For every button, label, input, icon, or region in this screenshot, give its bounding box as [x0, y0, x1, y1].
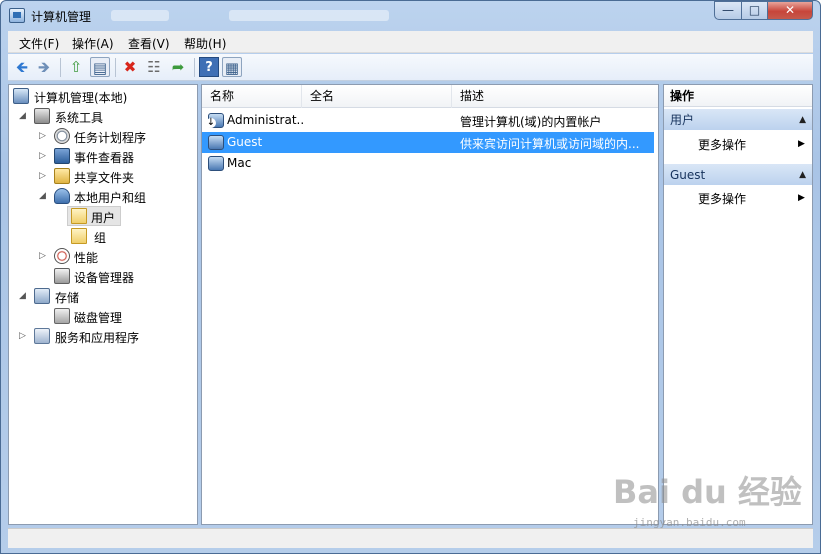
delete-icon[interactable]: ✖ [120, 57, 140, 77]
tree-label: 共享文件夹 [74, 171, 135, 185]
tree-label: 事件查看器 [74, 151, 135, 165]
tree-label: 性能 [74, 251, 99, 265]
blurred-tab [229, 10, 389, 21]
expanded-arrow-icon[interactable]: ◢ [19, 287, 28, 305]
actions-section-users[interactable]: 用户 ▲ [664, 108, 812, 130]
table-row[interactable]: Mac [202, 153, 658, 174]
show-hide-tree-icon[interactable]: ▤ [90, 57, 110, 77]
menu-bar: 文件(F) 操作(A) 查看(V) 帮助(H) [8, 31, 813, 53]
folder-icon [71, 208, 87, 224]
actions-pane: 操作 用户 ▲ 更多操作 ▶ Guest ▲ 更多操作 ▶ [663, 84, 813, 525]
status-bar [8, 528, 813, 548]
more-actions-link[interactable]: 更多操作 [698, 190, 746, 207]
collapse-caret-icon[interactable]: ▲ [799, 109, 806, 131]
column-header-name[interactable]: 名称 [202, 85, 302, 108]
services-icon [34, 328, 50, 344]
tools-icon [34, 108, 50, 124]
title-bar[interactable]: 计算机管理 — □ ✕ [1, 1, 820, 31]
column-header-description[interactable]: 描述 [452, 85, 658, 108]
export-list-icon[interactable]: ➦ [168, 57, 188, 77]
collapsed-arrow-icon[interactable]: ▷ [19, 327, 28, 345]
toolbar-separator [115, 58, 116, 77]
disk-management-icon [54, 308, 70, 324]
close-button[interactable]: ✕ [767, 1, 813, 20]
show-action-pane-icon[interactable]: ▦ [222, 57, 242, 77]
device-manager-icon [54, 268, 70, 284]
actions-section-guest[interactable]: Guest ▲ [664, 163, 812, 185]
back-arrow-icon[interactable]: 🡸 [12, 57, 32, 77]
window-title: 计算机管理 [31, 10, 92, 24]
collapsed-arrow-icon[interactable]: ▷ [39, 127, 48, 145]
toolbar-separator [194, 58, 195, 77]
expanded-arrow-icon[interactable]: ◢ [19, 107, 28, 125]
collapsed-arrow-icon[interactable]: ▷ [39, 167, 48, 185]
table-row[interactable]: Administrat... 管理计算机(域)的内置帐户 [202, 110, 658, 131]
tree-label: 任务计划程序 [74, 131, 147, 145]
row-description: 供来宾访问计算机或访问域的内... [460, 137, 640, 151]
baidu-watermark-url: jingyan.baidu.com [633, 516, 746, 529]
list-header: 名称 全名 描述 [202, 85, 658, 108]
computer-management-icon [9, 8, 25, 23]
users-icon [54, 188, 70, 204]
up-folder-icon[interactable]: ⇧ [66, 57, 86, 77]
tree-label: 磁盘管理 [74, 311, 123, 325]
submenu-arrow-icon[interactable]: ▶ [798, 139, 805, 149]
row-name: Guest [227, 135, 263, 149]
expanded-arrow-icon[interactable]: ◢ [39, 187, 48, 205]
blurred-tab [111, 10, 169, 21]
tree-label: 系统工具 [55, 111, 104, 125]
user-account-icon [208, 156, 224, 171]
collapse-caret-icon[interactable]: ▲ [799, 164, 806, 186]
row-name: Mac [227, 156, 252, 170]
section-header-label: 用户 [670, 113, 695, 127]
tree-node-users[interactable]: 用户 [67, 206, 121, 226]
properties-icon[interactable]: ☷ [144, 57, 164, 77]
collapsed-arrow-icon[interactable]: ▷ [39, 147, 48, 165]
toolbar: 🡸 🡺 ⇧ ▤ ✖ ☷ ➦ ? ▦ [8, 54, 813, 81]
users-list-pane[interactable]: 名称 全名 描述 Administrat... 管理计算机(域)的内置帐户 Gu… [201, 84, 659, 525]
baidu-watermark: Bai du 经验 [613, 473, 802, 511]
folder-icon [71, 228, 87, 244]
minimize-button[interactable]: — [714, 1, 742, 20]
submenu-arrow-icon[interactable]: ▶ [798, 193, 805, 203]
table-row[interactable]: Guest 供来宾访问计算机或访问域的内... [202, 132, 654, 153]
row-name: Administrat... [227, 113, 305, 127]
menu-file[interactable]: 文件(F) [19, 35, 59, 52]
menu-help[interactable]: 帮助(H) [184, 35, 226, 52]
shared-folder-icon [54, 168, 70, 184]
menu-action[interactable]: 操作(A) [72, 35, 114, 52]
maximize-button[interactable]: □ [741, 1, 768, 20]
collapsed-arrow-icon[interactable]: ▷ [39, 247, 48, 265]
tree-label: 存储 [55, 291, 80, 305]
column-header-full-name[interactable]: 全名 [302, 85, 452, 108]
performance-icon [54, 248, 70, 264]
actions-title: 操作 [664, 85, 812, 107]
tree-label: 设备管理器 [74, 271, 135, 285]
row-description: 管理计算机(域)的内置帐户 [460, 115, 602, 129]
tree-label: 组 [94, 231, 107, 245]
user-account-icon [206, 113, 224, 128]
section-header-label: Guest [670, 168, 706, 182]
tree-label: 计算机管理(本地) [34, 91, 128, 105]
forward-arrow-icon[interactable]: 🡺 [34, 57, 54, 77]
event-viewer-icon [54, 148, 70, 164]
tree-label: 用户 [91, 211, 116, 225]
tree-label: 服务和应用程序 [55, 331, 140, 345]
computer-icon [13, 88, 29, 104]
console-tree-pane[interactable]: 计算机管理(本地) ◢ 系统工具 ▷ 任务计划程序 ▷ 事件查看器 ▷ 共享文件… [8, 84, 198, 525]
help-icon[interactable]: ? [199, 57, 219, 77]
storage-icon [34, 288, 50, 304]
user-account-icon [208, 135, 224, 150]
clock-icon [54, 128, 70, 144]
computer-management-window: 计算机管理 — □ ✕ 文件(F) 操作(A) 查看(V) 帮助(H) 🡸 🡺 … [0, 0, 821, 554]
tree-label: 本地用户和组 [74, 191, 147, 205]
more-actions-link[interactable]: 更多操作 [698, 136, 746, 153]
menu-view[interactable]: 查看(V) [128, 35, 170, 52]
toolbar-separator [60, 58, 61, 77]
